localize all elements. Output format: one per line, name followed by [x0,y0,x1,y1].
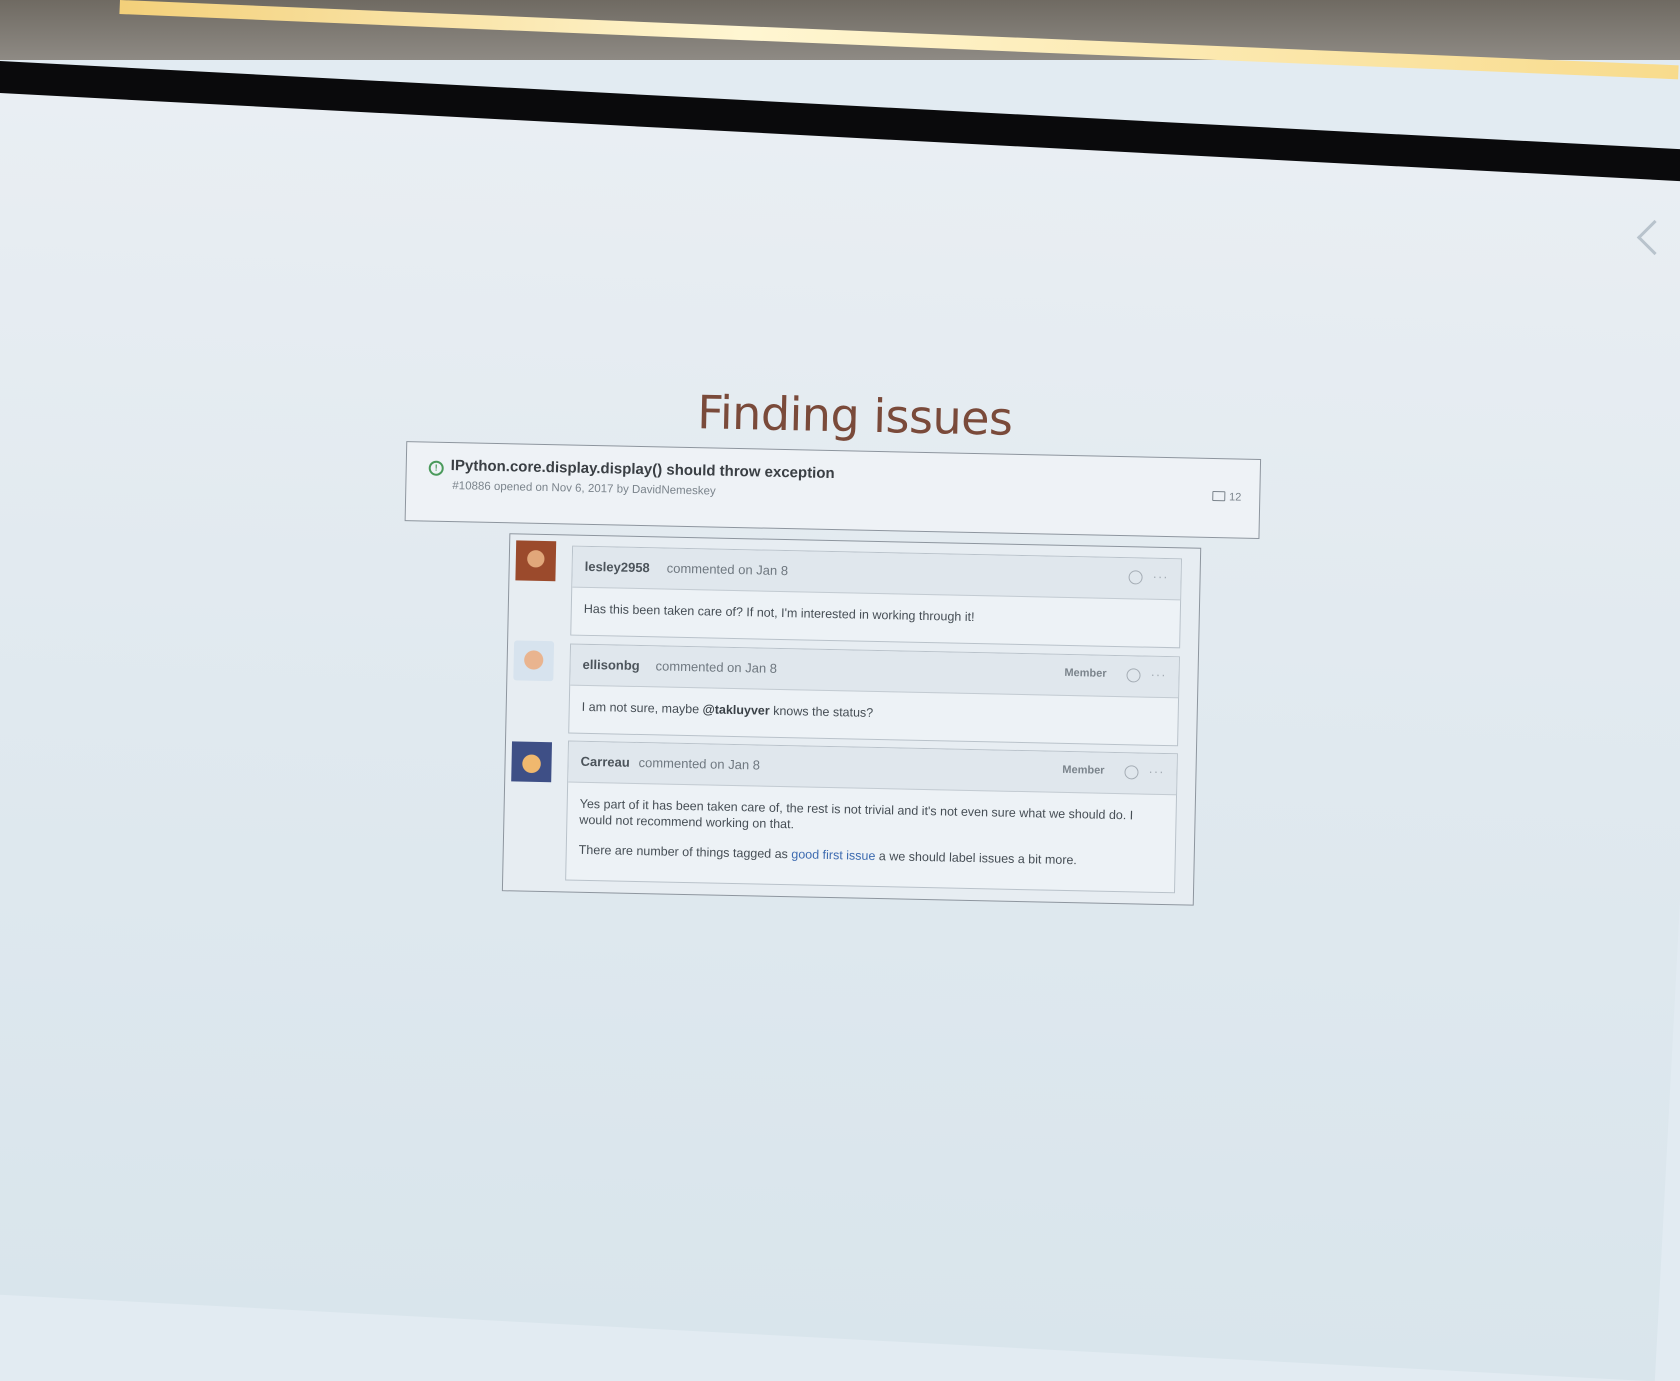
more-options-icon[interactable]: ··· [1148,764,1164,779]
comment-item: Carreau commented on Jan 8 Member ··· Ye… [565,740,1178,894]
comment-author-link[interactable]: Carreau [580,754,629,770]
avatar[interactable] [515,540,557,582]
add-reaction-icon[interactable] [1128,570,1143,585]
good-first-issue-link[interactable]: good first issue [791,847,875,863]
comment-bubble-icon [1211,490,1226,502]
member-badge: Member [1064,666,1107,680]
member-badge: Member [1062,763,1105,777]
comment-body: There are number of things tagged as goo… [579,842,1077,868]
comment-author-link[interactable]: lesley2958 [585,559,650,575]
comment-text: I am not sure, maybe [581,699,703,717]
avatar[interactable] [513,640,555,682]
more-options-icon[interactable]: ··· [1150,667,1166,682]
issue-opened-icon: ! [428,460,444,476]
comment-item: lesley2958 commented on Jan 8 ··· Has th… [570,545,1182,649]
slide-title: Finding issues [696,385,1014,446]
slide: Finding issues ! IPython.core.display.di… [0,0,1680,1278]
comment-header: Carreau commented on Jan 8 Member ··· [568,741,1177,796]
more-options-icon[interactable]: ··· [1152,569,1168,584]
comment-body: Yes part of it has been taken care of, t… [579,796,1134,832]
comment-count-value: 12 [1228,491,1242,504]
issue-summary-card[interactable]: ! IPython.core.display.display() should … [404,441,1262,539]
user-mention-link[interactable]: @takluyver [702,702,769,717]
comment-item: ellisonbg commented on Jan 8 Member ··· … [568,643,1180,747]
comment-text: a we should label issues a bit more. [875,848,1078,868]
comment-author-link[interactable]: ellisonbg [582,657,639,673]
comment-thread: lesley2958 commented on Jan 8 ··· Has th… [501,533,1202,906]
comment-header: lesley2958 commented on Jan 8 ··· [572,546,1181,601]
comment-date[interactable]: commented on Jan 8 [638,755,760,773]
issue-title-link[interactable]: IPython.core.display.display() should th… [451,457,835,482]
comment-date[interactable]: commented on Jan 8 [667,561,789,579]
comment-date[interactable]: commented on Jan 8 [655,658,777,676]
comment-body: I am not sure, maybe @takluyver knows th… [582,699,874,721]
add-reaction-icon[interactable] [1124,765,1139,780]
add-reaction-icon[interactable] [1126,668,1141,683]
comment-text: There are number of things tagged as [578,842,792,862]
avatar[interactable] [511,741,553,783]
comment-text: knows the status? [769,703,874,720]
issue-meta: #10886 opened on Nov 6, 2017 by DavidNem… [452,480,716,498]
comment-header: ellisonbg commented on Jan 8 Member ··· [570,644,1179,699]
comment-body: Has this been taken care of? If not, I'm… [583,601,975,625]
issue-comment-count[interactable]: 12 [1211,490,1242,504]
